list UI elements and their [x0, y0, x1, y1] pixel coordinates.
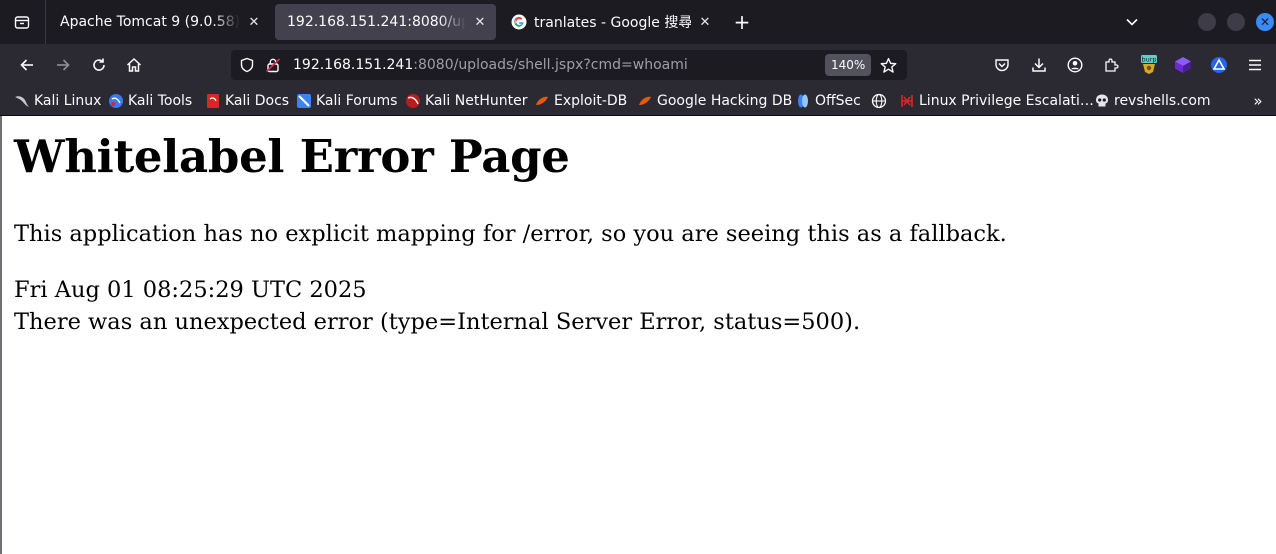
extension-proxy-button[interactable]: [1203, 49, 1235, 81]
home-icon: [126, 57, 142, 72]
bookmark-label: Google Hacking DB: [657, 93, 793, 109]
reload-icon: [93, 58, 105, 71]
downloads-button[interactable]: [1023, 49, 1055, 81]
forward-arrow-icon: [57, 59, 70, 71]
zoom-level-button[interactable]: 140%: [825, 54, 872, 76]
kali-docs-icon: [205, 93, 221, 109]
bookmark-label: Kali Tools: [128, 93, 193, 109]
app-menu-button[interactable]: [1239, 49, 1271, 81]
bookmark-label: revshells.com: [1114, 93, 1211, 109]
kali-dragon-icon: [14, 93, 30, 109]
bookmark-label: Kali NetHunter: [425, 93, 528, 109]
account-button[interactable]: [1059, 49, 1091, 81]
bookmark-kali-tools[interactable]: Kali Tools: [108, 91, 192, 111]
bookmark-google-hacking-db[interactable]: Google Hacking DB: [637, 91, 792, 111]
star-icon: [880, 57, 896, 73]
error-details: Fri Aug 01 08:25:29 UTC 2025 There was a…: [14, 274, 860, 338]
bookmark-kali-docs[interactable]: Kali Docs: [205, 91, 289, 111]
account-icon: [1067, 57, 1083, 73]
firefox-view-button[interactable]: [4, 6, 40, 38]
forward-button[interactable]: [47, 49, 79, 81]
tab-tomcat[interactable]: Apache Tomcat 9 (9.0.58) - D ✕: [48, 4, 270, 40]
maximize-window-button[interactable]: [1227, 13, 1245, 31]
insecure-lock-icon[interactable]: [265, 57, 281, 73]
burp-extension-button[interactable]: burp: [1133, 49, 1165, 81]
pocket-icon: [995, 59, 1009, 72]
extensions-button[interactable]: [1095, 49, 1127, 81]
close-tab-icon[interactable]: ✕: [472, 14, 488, 30]
hamburger-menu-icon: [1249, 59, 1261, 71]
bookmark-untitled[interactable]: [871, 91, 891, 111]
kali-forums-icon: [296, 93, 312, 109]
more-bookmarks-button[interactable]: »: [1248, 92, 1268, 110]
bookmark-label: Kali Linux: [34, 93, 102, 109]
tracking-protection-shield-icon[interactable]: [239, 57, 255, 73]
back-button[interactable]: [11, 49, 43, 81]
bookmark-linux-privesc[interactable]: Linux Privilege Escalati…: [899, 91, 1094, 111]
address-bar[interactable]: 192.168.151.241:8080/uploads/shell.jspx?…: [231, 50, 907, 80]
error-message: This application has no explicit mapping…: [14, 221, 1007, 247]
purple-cube-icon: [1175, 57, 1191, 73]
tab-strip: Apache Tomcat 9 (9.0.58) - D ✕ 192.168.1…: [0, 0, 1276, 44]
skull-icon: [1094, 93, 1110, 109]
tab-shell-upload[interactable]: 192.168.151.241:8080/upload ✕: [275, 4, 496, 40]
bookmark-kali-linux[interactable]: Kali Linux: [14, 91, 101, 111]
svg-text:burp: burp: [1141, 56, 1156, 64]
offsec-icon: [795, 93, 811, 109]
tab-google-search[interactable]: tranlates - Google 搜尋 ✕: [499, 4, 721, 40]
bookmark-label: OffSec: [815, 93, 861, 109]
burp-proxy-icon: burp: [1141, 55, 1157, 74]
download-icon: [1032, 58, 1046, 72]
url-path: :8080/uploads/shell.jspx?cmd=whoami: [413, 57, 688, 73]
bookmarks-toolbar: Kali Linux Kali Tools Kali Docs Kali For…: [0, 86, 1276, 116]
ghdb-icon: [637, 93, 653, 109]
google-icon: [511, 14, 527, 30]
close-icon: ✕: [1259, 15, 1271, 29]
globe-icon: [871, 93, 887, 109]
blue-triangle-icon: [1211, 57, 1227, 73]
extension-cube-button[interactable]: [1167, 49, 1199, 81]
bookmark-label: Kali Docs: [225, 93, 290, 109]
page-heading: Whitelabel Error Page: [14, 130, 570, 183]
bookmark-revshells[interactable]: revshells.com: [1094, 91, 1211, 111]
url-text[interactable]: 192.168.151.241:8080/uploads/shell.jspx?…: [293, 57, 688, 73]
error-status: There was an unexpected error (type=Inte…: [14, 309, 861, 335]
list-all-tabs-button[interactable]: [1118, 8, 1146, 36]
home-button[interactable]: [118, 49, 150, 81]
nethunter-icon: [405, 93, 421, 109]
page-content: Whitelabel Error Page This application h…: [2, 116, 1276, 554]
tab-title: 192.168.151.241:8080/upload: [287, 14, 466, 30]
close-tab-icon[interactable]: ✕: [246, 14, 262, 30]
exploit-db-icon: [534, 93, 550, 109]
minimize-window-button[interactable]: [1198, 13, 1216, 31]
url-host: 192.168.151.241: [293, 57, 414, 73]
bookmark-star-button[interactable]: [877, 54, 899, 76]
bookmark-kali-forums[interactable]: Kali Forums: [296, 91, 397, 111]
tab-title: Apache Tomcat 9 (9.0.58) - D: [60, 14, 240, 30]
navigation-toolbar: 192.168.151.241:8080/uploads/shell.jspx?…: [0, 44, 1276, 86]
kali-tools-icon: [108, 93, 124, 109]
error-timestamp: Fri Aug 01 08:25:29 UTC 2025: [14, 277, 367, 303]
tab-title: tranlates - Google 搜尋: [534, 15, 691, 31]
pocket-button[interactable]: [986, 49, 1018, 81]
bookmark-label: Exploit-DB: [554, 93, 628, 109]
plus-icon: +: [733, 10, 751, 34]
close-window-button[interactable]: ✕: [1256, 13, 1274, 31]
new-tab-button[interactable]: +: [728, 8, 756, 36]
puzzle-piece-icon: [1105, 58, 1119, 72]
reload-button[interactable]: [83, 49, 115, 81]
bookmark-label: Kali Forums: [316, 93, 398, 109]
double-chevron-right-icon: »: [1253, 92, 1263, 110]
firefox-view-icon: [14, 16, 30, 29]
bookmark-kali-nethunter[interactable]: Kali NetHunter: [405, 91, 527, 111]
hacktricks-icon: [899, 93, 915, 109]
bookmark-offsec[interactable]: OffSec: [795, 91, 861, 111]
back-arrow-icon: [20, 59, 33, 71]
bookmark-label: Linux Privilege Escalati…: [919, 93, 1094, 109]
close-tab-icon[interactable]: ✕: [697, 14, 713, 30]
bookmark-exploit-db[interactable]: Exploit-DB: [534, 91, 627, 111]
chevron-down-icon: [1126, 18, 1138, 26]
tab-separator: [45, 0, 46, 44]
